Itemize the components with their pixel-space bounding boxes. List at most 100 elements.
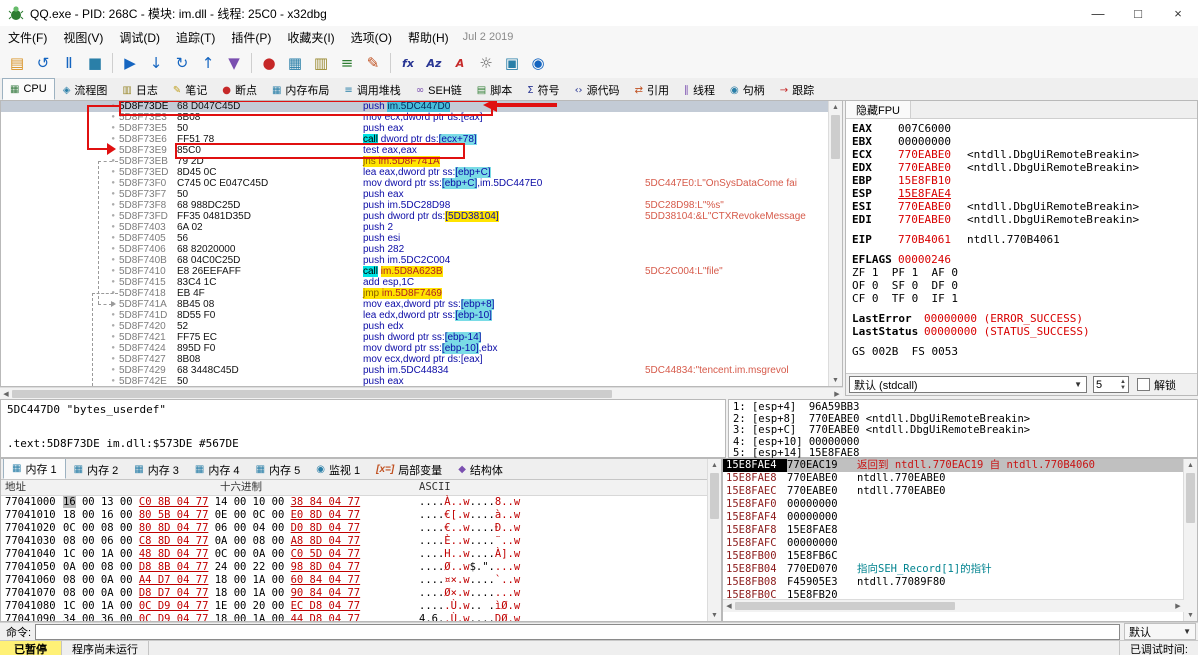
memory-row[interactable]: 77041000 16 00 13 00 C0 8B 04 77 14 00 10…: [1, 496, 721, 509]
tab-breakpoints[interactable]: ● 断点: [215, 80, 264, 100]
disasm-row[interactable]: ● 5D8F73F0 C745 0C E047C45D mov dword ptr s…: [1, 178, 829, 189]
disasm-row[interactable]: ● 5D8F73E3 8B08 mov ecx,dword ptr ds:[eax]: [1, 112, 829, 123]
memory-row[interactable]: 77041070 08 00 0A 00 D8 D7 04 77 18 00 1A…: [1, 587, 721, 600]
tab-log[interactable]: ▥ 日志: [115, 80, 164, 100]
memory-row[interactable]: 77041040 1C 00 1A 00 48 8D 04 77 0C 00 0A…: [1, 548, 721, 561]
command-profile-select[interactable]: 默认 ▼: [1124, 623, 1196, 640]
disasm-row[interactable]: ● 5D8F7429 68 3448C45D push im.5DC44834 5DC4…: [1, 365, 829, 376]
patches-button[interactable]: ✎: [361, 51, 385, 75]
memory-tab-1[interactable]: ▦ 内存 1: [3, 459, 66, 479]
scrollbar-thumb[interactable]: [831, 115, 840, 159]
log-button[interactable]: ▥: [309, 51, 333, 75]
tab-source[interactable]: ‹› 源代码: [568, 80, 627, 100]
breakpoints-button[interactable]: ●: [257, 51, 281, 75]
disasm-row[interactable]: ● 5D8F73E9 85C0 test eax,eax: [1, 145, 829, 156]
stack-row[interactable]: 15E8FB04 770ED070 指向SEH_Record[1]的指针: [723, 563, 1184, 576]
scrollbar-thumb[interactable]: [710, 473, 719, 519]
memory-map-button[interactable]: ▦: [283, 51, 307, 75]
calling-convention-select[interactable]: 默认 (stdcall) ▼: [849, 376, 1087, 393]
stack-row[interactable]: 15E8FAE4 770EAC19 返回到 ntdll.770EAC19 自 ntd…: [723, 459, 1184, 472]
tab-seh-chain[interactable]: ∞ SEH链: [409, 80, 469, 100]
minimize-button[interactable]: —: [1078, 0, 1118, 26]
watch-tab-1[interactable]: ◉ 监视 1: [308, 460, 368, 479]
locals-tab[interactable]: [x=] 局部变量: [368, 460, 450, 479]
disasm-row[interactable]: ● 5D8F7403 6A 02 push 2: [1, 222, 829, 233]
disasm-row[interactable]: ● 5D8F73F8 68 988DC25D push im.5DC28D98 5DC2…: [1, 200, 829, 211]
step-out-button[interactable]: ↑: [196, 51, 220, 75]
step-into-button[interactable]: ↓: [144, 51, 168, 75]
disasm-row[interactable]: ● 5D8F7418 EB 4F jmp im.5D8F7469: [1, 288, 829, 299]
disassembly-horizontal-scrollbar[interactable]: ◀ ▶: [0, 387, 843, 399]
menu-item-7[interactable]: 帮助(H): [400, 29, 457, 46]
stack-row[interactable]: 15E8FAEC 770EABE0 ntdll.770EABE0: [723, 485, 1184, 498]
open-file-button[interactable]: ▤: [5, 51, 29, 75]
font-button[interactable]: A: [448, 51, 472, 75]
unlock-checkbox[interactable]: 解锁: [1137, 377, 1176, 393]
disasm-row[interactable]: ● 5D8F7421 FF75 EC push dword ptr ss:[ebp-1…: [1, 332, 829, 343]
menu-item-1[interactable]: 视图(V): [55, 29, 111, 46]
stack-row[interactable]: 15E8FAE8 770EABE0 ntdll.770EABE0: [723, 472, 1184, 485]
stack-vertical-scrollbar[interactable]: ▲ ▼: [1183, 459, 1197, 621]
disasm-row[interactable]: ● 5D8F7424 895D F0 mov dword ptr ss:[ebp-10…: [1, 343, 829, 354]
step-over-button[interactable]: ↻: [170, 51, 194, 75]
disasm-row[interactable]: ● 5D8F741D 8D55 F0 lea edx,dword ptr ss:[eb…: [1, 310, 829, 321]
menu-item-6[interactable]: 选项(O): [343, 29, 400, 46]
run-to-user-code-button[interactable]: ▼: [222, 51, 246, 75]
command-input[interactable]: [35, 623, 1120, 640]
functions-button[interactable]: fx: [396, 51, 420, 75]
stack-horizontal-scrollbar[interactable]: ◀ ▶: [723, 599, 1184, 612]
tab-memory-map[interactable]: ▦ 内存布局: [265, 80, 336, 100]
disasm-row[interactable]: ● 5D8F73E6 FF51 78 call dword ptr ds:[ecx+7…: [1, 134, 829, 145]
memory-tab-5[interactable]: ▦ 内存 5: [248, 460, 309, 479]
close-button[interactable]: ×: [1158, 0, 1198, 26]
tab-notes[interactable]: ✎ 笔记: [166, 80, 214, 100]
restart-button[interactable]: ↺: [31, 51, 55, 75]
menu-item-0[interactable]: 文件(F): [0, 29, 55, 46]
memory-row[interactable]: 77041060 08 00 0A 00 A4 D7 04 77 18 00 1A…: [1, 574, 721, 587]
struct-tab[interactable]: ◆ 结构体: [450, 460, 511, 479]
memory-vertical-scrollbar[interactable]: ▲ ▼: [707, 459, 721, 621]
tab-script[interactable]: ▤ 脚本: [470, 80, 519, 100]
tab-handles[interactable]: ◉ 句柄: [723, 80, 772, 100]
stack-row[interactable]: 15E8FAF8 15E8FAE8: [723, 524, 1184, 537]
settings-button[interactable]: ☼: [474, 51, 498, 75]
tab-call-stack[interactable]: ≡ 调用堆栈: [337, 80, 407, 100]
memory-row[interactable]: 77041050 0A 00 08 00 D8 8B 04 77 24 00 22…: [1, 561, 721, 574]
maximize-button[interactable]: □: [1118, 0, 1158, 26]
scrollbar-thumb[interactable]: [1186, 473, 1195, 523]
disasm-row[interactable]: ● 5D8F7405 56 push esi: [1, 233, 829, 244]
memory-row[interactable]: 77041010 18 00 16 00 80 5B 04 77 0E 00 0C…: [1, 509, 721, 522]
disasm-row[interactable]: ● 5D8F7427 8B08 mov ecx,dword ptr ds:[eax]: [1, 354, 829, 365]
memory-tab-2[interactable]: ▦ 内存 2: [66, 460, 127, 479]
memory-row[interactable]: 77041030 08 00 06 00 C8 8D 04 77 0A 00 08…: [1, 535, 721, 548]
help-phone-button[interactable]: ◉: [526, 51, 550, 75]
disasm-row[interactable]: ● 5D8F742E 50 push eax: [1, 376, 829, 386]
scrollbar-thumb[interactable]: [12, 389, 612, 398]
memory-row[interactable]: 77041020 0C 00 08 00 80 8D 04 77 06 00 04…: [1, 522, 721, 535]
tab-threads[interactable]: ∥ 线程: [677, 80, 722, 100]
tab-trace[interactable]: → 跟踪: [773, 80, 821, 100]
pause-button[interactable]: Ⅱ: [57, 51, 81, 75]
menu-item-2[interactable]: 调试(D): [111, 29, 168, 46]
disasm-row[interactable]: ● 5D8F73DE 68 D047C45D push im.5DC447D0: [1, 101, 829, 112]
disasm-row[interactable]: ● 5D8F7410 E8 26EEFAFF call im.5D8A623B 5DC2…: [1, 266, 829, 277]
disasm-row[interactable]: ● 5D8F73F7 50 push eax: [1, 189, 829, 200]
argument-count-spinner[interactable]: 5 ▲ ▼: [1093, 376, 1129, 393]
tab-references[interactable]: ⇄ 引用: [628, 80, 676, 100]
disassembly-vertical-scrollbar[interactable]: ▲ ▼: [828, 101, 842, 386]
memory-tab-3[interactable]: ▦ 内存 3: [126, 460, 187, 479]
tab-symbols[interactable]: Σ 符号: [520, 80, 566, 100]
stack-row[interactable]: 15E8FAF0 00000000: [723, 498, 1184, 511]
memory-row[interactable]: 77041080 1C 00 1A 00 0C D9 04 77 1E 00 20…: [1, 600, 721, 613]
disasm-row[interactable]: ● 5D8F73ED 8D45 0C lea eax,dword ptr ss:[eb…: [1, 167, 829, 178]
stack-row[interactable]: 15E8FAFC 00000000: [723, 537, 1184, 550]
disasm-row[interactable]: ● 5D8F7420 52 push edx: [1, 321, 829, 332]
menu-item-5[interactable]: 收藏夹(I): [279, 29, 342, 46]
memory-tab-4[interactable]: ▦ 内存 4: [187, 460, 248, 479]
stack-row[interactable]: 15E8FAF4 00000000: [723, 511, 1184, 524]
disasm-row[interactable]: ● 5D8F740B 68 04C0C25D push im.5DC2C004: [1, 255, 829, 266]
stack-row[interactable]: 15E8FB00 15E8FB6C: [723, 550, 1184, 563]
tab-graph[interactable]: ◈ 流程图: [56, 80, 115, 100]
menu-item-3[interactable]: 追踪(T): [168, 29, 223, 46]
script-button[interactable]: ≡: [335, 51, 359, 75]
